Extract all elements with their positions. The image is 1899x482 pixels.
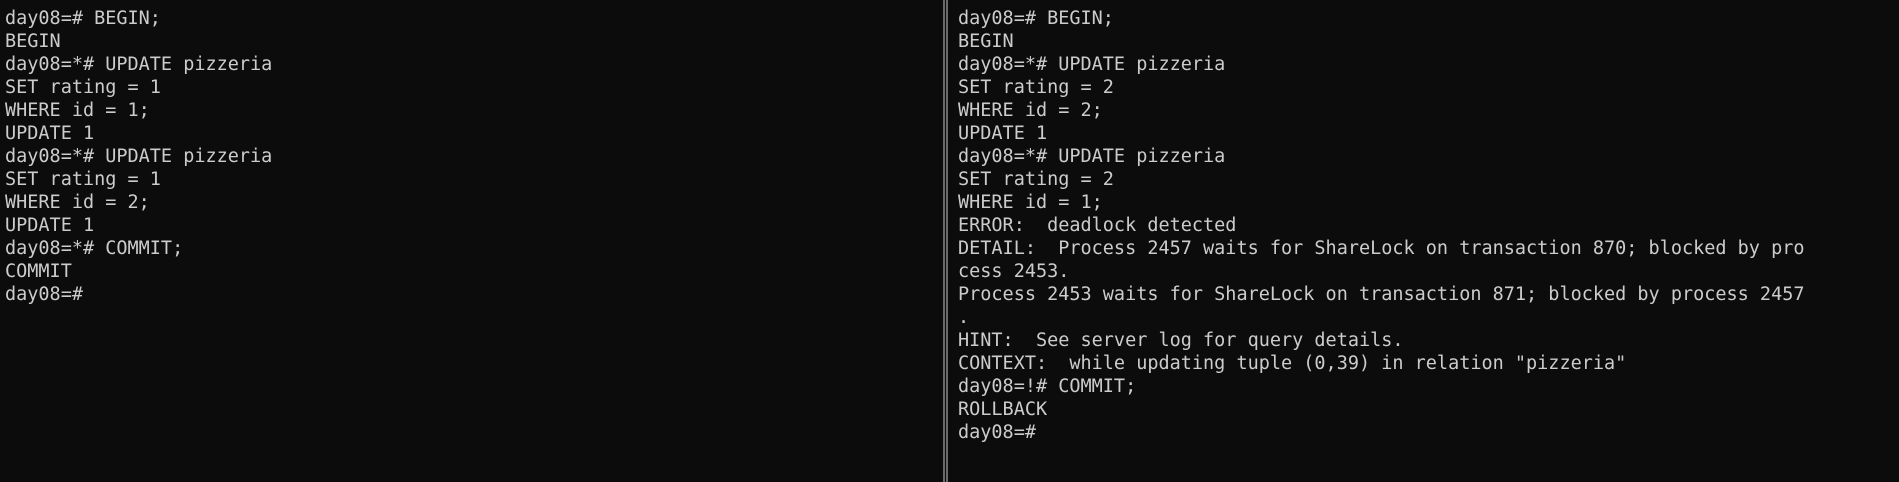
terminal-line: day08=# BEGIN; — [5, 8, 161, 29]
terminal-line: ROLLBACK — [958, 399, 1048, 420]
terminal-pane-right[interactable]: day08=# BEGIN; BEGIN day08=*# UPDATE piz… — [948, 0, 1899, 482]
terminal-line: UPDATE 1 — [958, 123, 1048, 144]
terminal-error-line: ERROR: deadlock detected — [958, 215, 1237, 236]
terminal-line: day08=# BEGIN; — [958, 8, 1114, 29]
terminal-line: BEGIN — [958, 31, 1014, 52]
terminal-pane-left[interactable]: day08=# BEGIN; BEGIN day08=*# UPDATE piz… — [0, 0, 943, 482]
terminal-line: WHERE id = 2; — [958, 100, 1103, 121]
terminal-detail-line: cess 2453. — [958, 261, 1070, 282]
terminal-detail-line: Process 2453 waits for ShareLock on tran… — [958, 284, 1805, 305]
terminal-line: UPDATE 1 — [5, 215, 95, 236]
terminal-detail-line: DETAIL: Process 2457 waits for ShareLock… — [958, 238, 1805, 259]
terminal-line: day08=*# UPDATE pizzeria — [958, 54, 1226, 75]
terminal-line: SET rating = 2 — [958, 169, 1114, 190]
terminal-line: day08=*# COMMIT; — [5, 238, 184, 259]
terminal-line: day08=*# UPDATE pizzeria — [5, 146, 273, 167]
terminal-line: day08=*# UPDATE pizzeria — [5, 54, 273, 75]
terminal-window: day08=# BEGIN; BEGIN day08=*# UPDATE piz… — [0, 0, 1899, 482]
terminal-line: day08=!# COMMIT; — [958, 376, 1137, 397]
terminal-line: WHERE id = 2; — [5, 192, 150, 213]
terminal-line: COMMIT — [5, 261, 72, 282]
terminal-line: SET rating = 2 — [958, 77, 1114, 98]
terminal-line: SET rating = 1 — [5, 77, 161, 98]
terminal-prompt-line[interactable]: day08=# — [5, 283, 943, 306]
terminal-line: day08=*# UPDATE pizzeria — [958, 146, 1226, 167]
terminal-line: WHERE id = 1; — [958, 192, 1103, 213]
terminal-context-line: CONTEXT: while updating tuple (0,39) in … — [958, 353, 1627, 374]
terminal-prompt-line[interactable]: day08=# — [958, 421, 1899, 444]
terminal-hint-line: HINT: See server log for query details. — [958, 330, 1404, 351]
terminal-detail-line: . — [958, 307, 970, 328]
terminal-line: BEGIN — [5, 31, 61, 52]
terminal-line: SET rating = 1 — [5, 169, 161, 190]
terminal-line: WHERE id = 1; — [5, 100, 150, 121]
terminal-line: UPDATE 1 — [5, 123, 95, 144]
